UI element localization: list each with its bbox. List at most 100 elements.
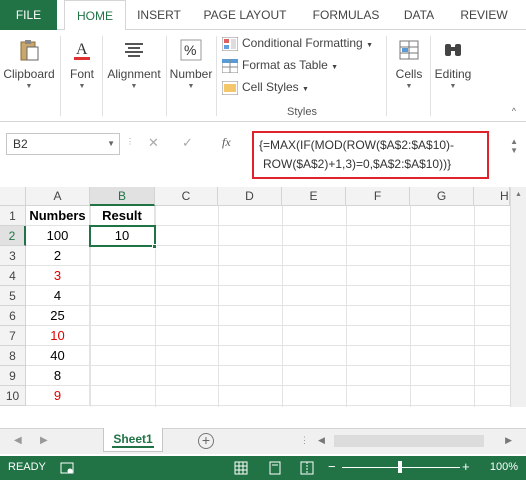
tab-home[interactable]: HOME <box>64 0 126 31</box>
cell-styles-button[interactable]: Cell Styles ▼ <box>222 77 309 97</box>
cell-a6[interactable]: 25 <box>26 306 90 326</box>
page-layout-view-icon[interactable] <box>268 461 282 475</box>
tab-formulas[interactable]: FORMULAS <box>302 0 390 30</box>
row-header-3[interactable]: 3 <box>0 246 26 266</box>
table-icon <box>222 58 238 73</box>
tab-file[interactable]: FILE <box>0 0 57 30</box>
name-box[interactable]: B2 ▼ <box>6 133 120 155</box>
cell-a4[interactable]: 3 <box>26 266 90 286</box>
binoculars-icon <box>445 44 461 56</box>
cells-icon <box>399 40 419 60</box>
scroll-up-icon[interactable]: ▲ <box>511 191 526 198</box>
tab-page-layout[interactable]: PAGE LAYOUT <box>196 0 294 30</box>
zoom-level[interactable]: 100% <box>490 461 518 473</box>
insert-function-icon[interactable]: fx <box>222 135 231 150</box>
cell-a1[interactable]: Numbers <box>26 206 90 226</box>
select-all-corner[interactable] <box>0 187 26 206</box>
macro-record-icon[interactable] <box>60 462 74 474</box>
scroll-left-icon[interactable]: ◀ <box>318 435 325 446</box>
chevron-down-icon: ▼ <box>366 42 374 49</box>
zoom-slider-thumb[interactable] <box>398 461 402 473</box>
sheet-nav-next-icon[interactable]: ▶ <box>40 435 48 446</box>
clipboard-label: Clipboard <box>3 67 55 81</box>
font-button[interactable]: A Font ▼ <box>64 38 100 90</box>
enter-icon[interactable]: ✓ <box>182 135 193 151</box>
column-header-b[interactable]: B <box>90 187 155 206</box>
svg-text:%: % <box>184 42 196 58</box>
horizontal-scrollbar[interactable] <box>334 435 484 447</box>
normal-view-icon[interactable] <box>234 461 248 475</box>
tab-insert[interactable]: INSERT <box>132 0 186 30</box>
zoom-out-icon[interactable]: − <box>328 459 336 474</box>
row-header-1[interactable]: 1 <box>0 206 26 226</box>
worksheet-grid: A B C D E F G H 1 2 3 4 5 6 7 8 9 10 Num… <box>0 187 526 407</box>
cell-a9[interactable]: 8 <box>26 366 90 386</box>
expand-formula-bar-icon[interactable]: ▲ ▼ <box>510 137 518 155</box>
cell-a8[interactable]: 40 <box>26 346 90 366</box>
tab-split-icon[interactable]: ⋮ <box>300 435 309 446</box>
cancel-icon[interactable]: ✕ <box>148 135 159 151</box>
row-header-2[interactable]: 2 <box>0 226 26 246</box>
row-header-7[interactable]: 7 <box>0 326 26 346</box>
chevron-down-icon: ▼ <box>331 64 339 71</box>
row-header-10[interactable]: 10 <box>0 386 26 406</box>
clipboard-button[interactable]: Clipboard ▼ <box>2 38 56 90</box>
cell-b1[interactable]: Result <box>90 206 155 226</box>
active-cell-border <box>89 225 156 247</box>
cell-a10[interactable]: 9 <box>26 386 90 406</box>
name-box-value: B2 <box>13 137 28 151</box>
formula-bar: B2 ▼ ⋮ ✕ ✓ fx {=MAX(IF(MOD(ROW($A$2:$A$1… <box>0 123 526 179</box>
collapse-ribbon-icon[interactable]: ^ <box>512 106 516 116</box>
editing-label: Editing <box>434 67 472 81</box>
add-sheet-icon[interactable]: + <box>198 433 214 449</box>
cell-a7[interactable]: 10 <box>26 326 90 346</box>
column-header-f[interactable]: F <box>346 187 410 206</box>
row-header-9[interactable]: 9 <box>0 366 26 386</box>
tab-data[interactable]: DATA <box>396 0 442 30</box>
cells-button[interactable]: Cells ▼ <box>390 38 428 90</box>
ribbon-separator <box>166 36 167 116</box>
more-options-icon: ⋮ <box>126 137 134 146</box>
cell-a2[interactable]: 100 <box>26 226 90 246</box>
editing-button[interactable]: Editing ▼ <box>432 38 474 90</box>
number-button[interactable]: % Number ▼ <box>168 38 214 90</box>
chevron-down-icon[interactable]: ▼ <box>107 134 115 154</box>
chevron-down-icon: ▼ <box>405 83 413 90</box>
column-header-d[interactable]: D <box>218 187 282 206</box>
row-header-6[interactable]: 6 <box>0 306 26 326</box>
conditional-formatting-button[interactable]: Conditional Formatting ▼ <box>222 33 373 53</box>
format-as-table-button[interactable]: Format as Table ▼ <box>222 55 338 75</box>
status-bar: READY − + 100% <box>0 456 526 480</box>
vertical-scrollbar[interactable]: ▲ <box>510 187 526 407</box>
cell-a5[interactable]: 4 <box>26 286 90 306</box>
column-header-h[interactable]: H <box>474 187 510 206</box>
conditional-formatting-label: Conditional Formatting <box>242 36 363 50</box>
cell-a3[interactable]: 2 <box>26 246 90 266</box>
conditional-formatting-icon <box>222 36 238 51</box>
column-header-e[interactable]: E <box>282 187 346 206</box>
page-break-view-icon[interactable] <box>300 461 314 475</box>
chevron-down-icon: ▼ <box>187 83 195 90</box>
column-header-c[interactable]: C <box>155 187 218 206</box>
alignment-button[interactable]: Alignment ▼ <box>104 38 164 90</box>
svg-text:A: A <box>76 41 88 58</box>
row-header-5[interactable]: 5 <box>0 286 26 306</box>
sheet-tab-sheet1[interactable]: Sheet1 <box>103 428 163 452</box>
column-header-a[interactable]: A <box>26 187 90 206</box>
font-label: Font <box>69 67 94 81</box>
row-header-8[interactable]: 8 <box>0 346 26 366</box>
tab-review[interactable]: REVIEW <box>454 0 514 30</box>
alignment-label: Alignment <box>107 67 161 81</box>
fill-handle[interactable] <box>152 244 157 249</box>
ribbon-separator <box>102 36 103 116</box>
zoom-in-icon[interactable]: + <box>462 459 470 474</box>
sheet-tab-label: Sheet1 <box>113 432 153 446</box>
sheet-nav-prev-icon[interactable]: ◀ <box>14 435 22 446</box>
row-header-4[interactable]: 4 <box>0 266 26 286</box>
scroll-right-icon[interactable]: ▶ <box>505 435 512 446</box>
column-header-g[interactable]: G <box>410 187 474 206</box>
ribbon-separator <box>386 36 387 116</box>
ribbon-separator <box>60 36 61 116</box>
styles-group-label: Styles <box>287 106 317 118</box>
formula-input[interactable]: {=MAX(IF(MOD(ROW($A$2:$A$10)- ROW($A$2)+… <box>252 131 489 179</box>
